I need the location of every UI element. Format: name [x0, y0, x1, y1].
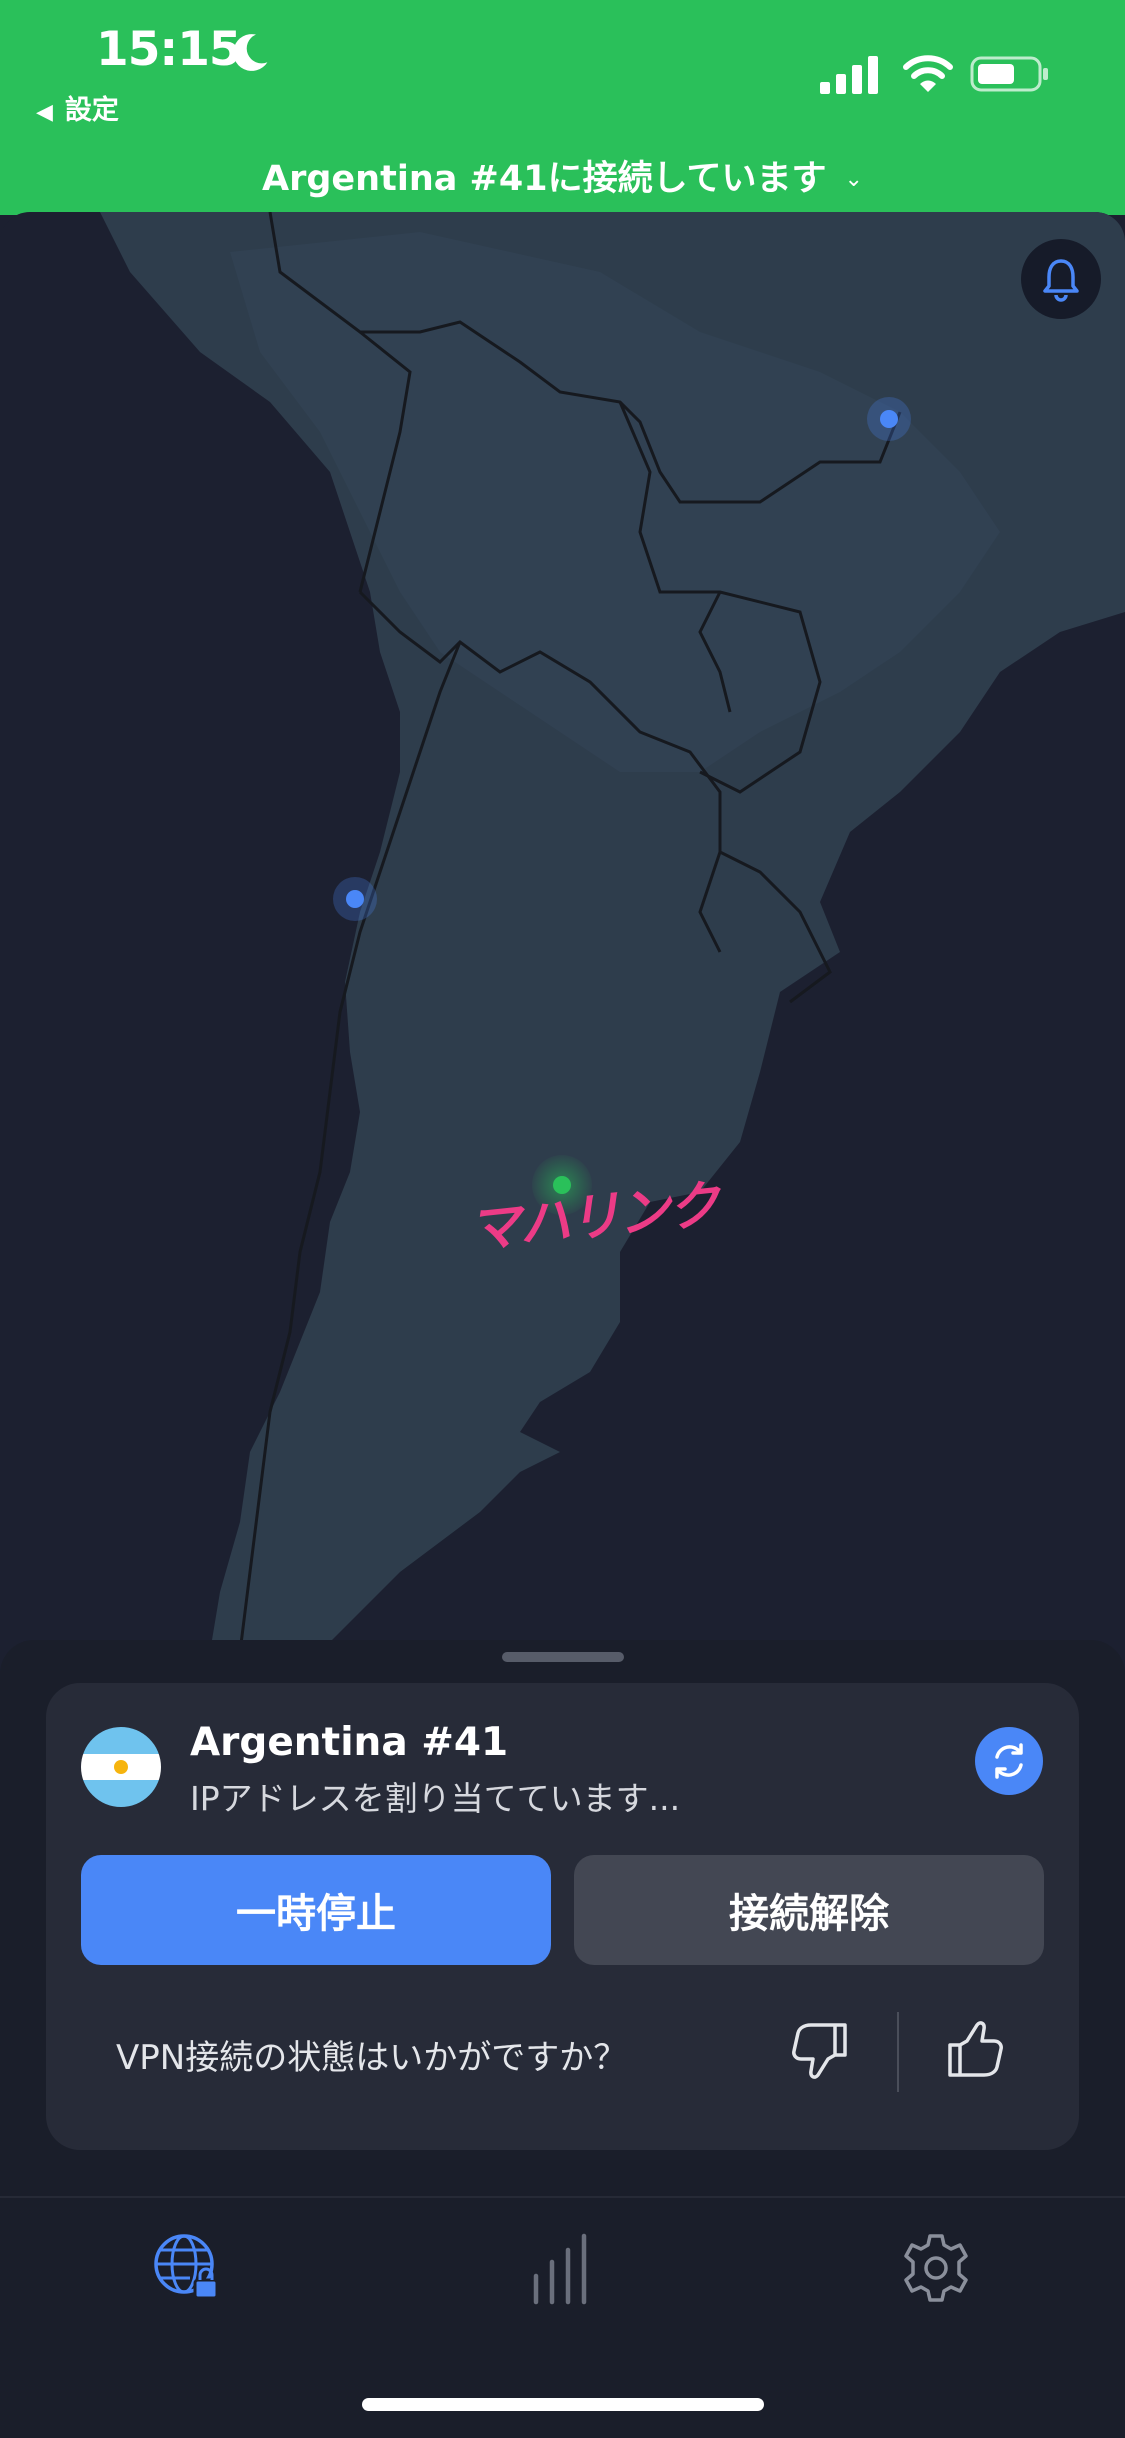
- disconnect-button[interactable]: 接続解除: [574, 1855, 1044, 1965]
- pause-button[interactable]: 一時停止: [81, 1855, 551, 1965]
- server-pin-brazil: [867, 397, 911, 441]
- argentina-flag-icon: [81, 1727, 161, 1807]
- connection-title-text: Argentina #41に接続しています: [262, 159, 827, 199]
- bell-icon: [1043, 259, 1079, 302]
- back-to-settings-link[interactable]: ◀ 設定: [36, 88, 119, 127]
- refresh-icon: [995, 1743, 1023, 1779]
- server-name: Argentina #41: [190, 1720, 509, 1765]
- south-america-map: [100, 212, 1125, 1652]
- server-map[interactable]: [0, 212, 1125, 1652]
- connection-status-text: IPアドレスを割り当てています...: [190, 1779, 681, 1818]
- thumbs-up-icon[interactable]: [940, 2015, 1010, 2085]
- back-label: 設定: [64, 95, 119, 126]
- moon-icon: [233, 34, 268, 71]
- notifications-button[interactable]: [1021, 239, 1101, 319]
- server-pin-chile: [333, 877, 377, 921]
- cellular-signal-icon: [820, 56, 878, 94]
- feedback-divider: [897, 2012, 899, 2092]
- reconnect-button[interactable]: [975, 1727, 1043, 1795]
- home-indicator: [362, 2398, 764, 2411]
- feedback-question: VPN接続の状態はいかがですか？: [116, 2038, 628, 2078]
- battery-icon: [970, 56, 1048, 92]
- settings-gear-icon[interactable]: [898, 2230, 974, 2306]
- status-time: 15:15: [96, 22, 242, 77]
- back-arrow-icon: ◀: [36, 100, 53, 125]
- sheet-drag-handle[interactable]: [502, 1652, 624, 1662]
- stats-icon[interactable]: [524, 2232, 600, 2308]
- wifi-icon: [903, 55, 953, 92]
- chevron-down-icon: ⌄: [844, 167, 863, 192]
- thumbs-down-icon[interactable]: [785, 2015, 855, 2085]
- connection-title[interactable]: Argentina #41に接続しています ⌄: [0, 150, 1125, 201]
- vpn-globe-icon[interactable]: [150, 2230, 226, 2306]
